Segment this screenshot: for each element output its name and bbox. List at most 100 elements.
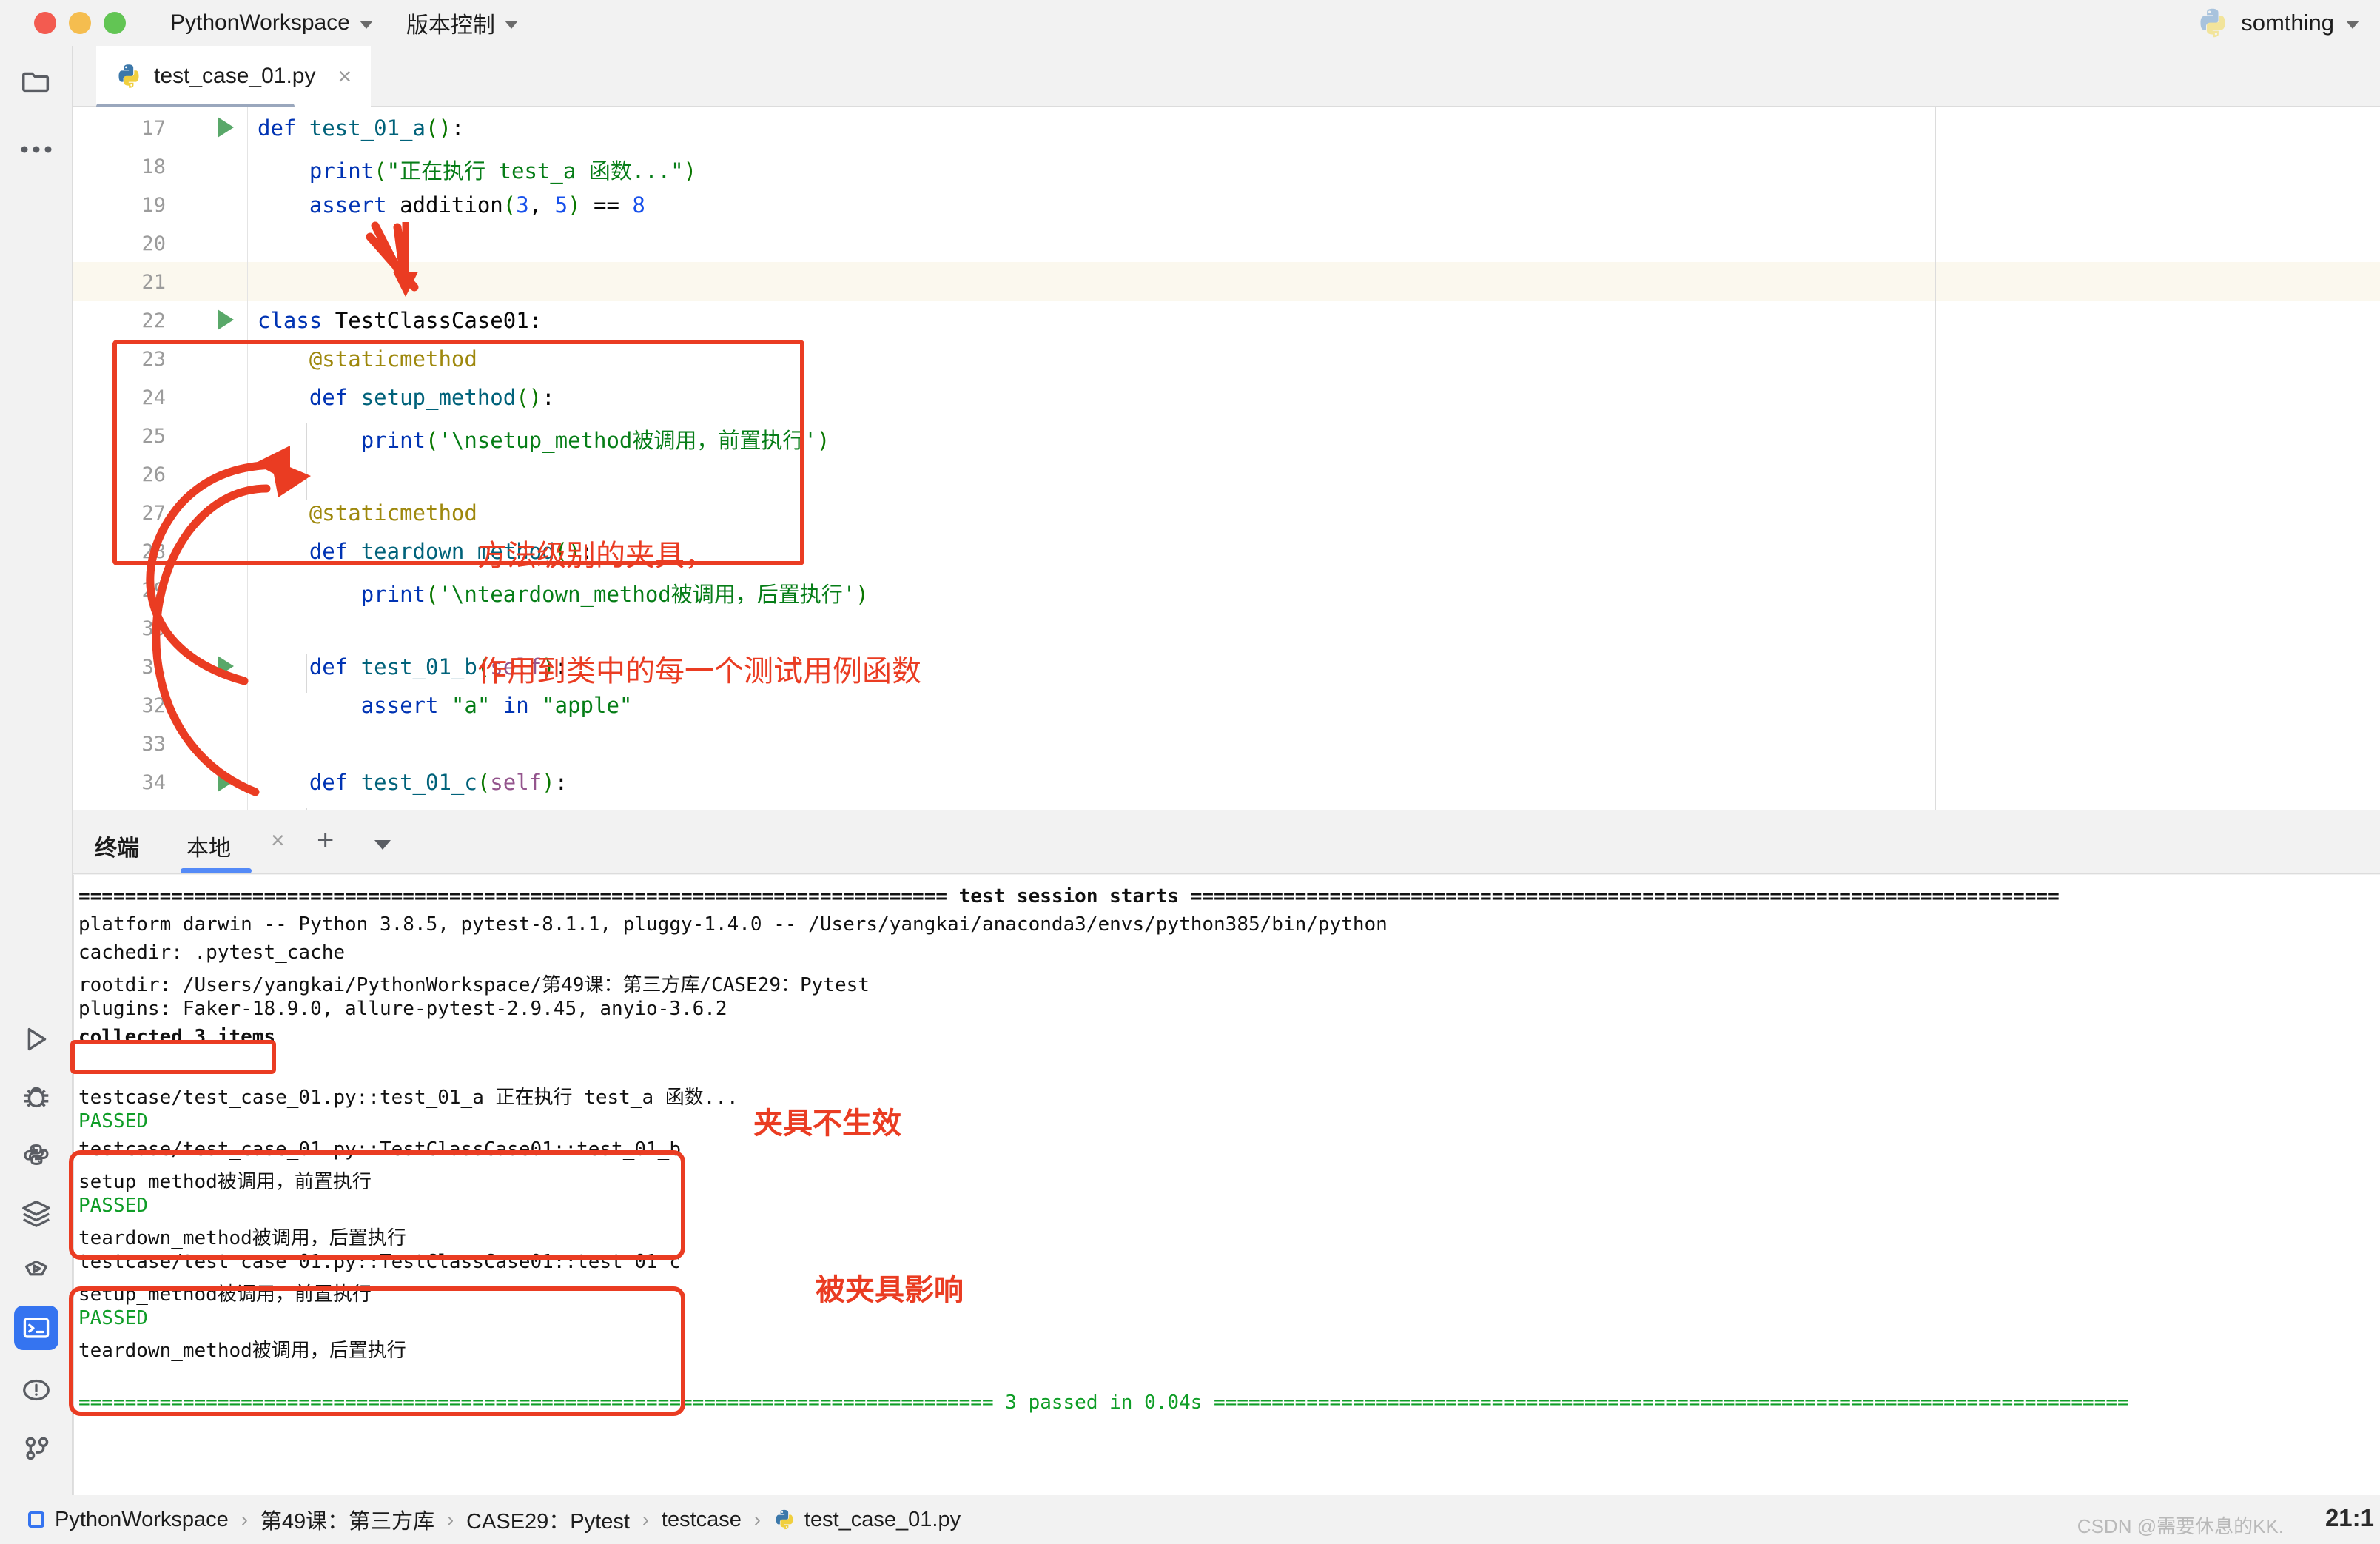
- run-icon[interactable]: [14, 1017, 58, 1061]
- annotation-note-fixture: 方法级别的夹具， 作用到类中的每一个测试用例函数: [477, 460, 921, 768]
- code-editor[interactable]: 17 def test_01_a(): 18 print("正在执行 test_a …: [73, 107, 2380, 810]
- chevron-down-icon: [504, 20, 518, 29]
- editor-right-divider: [1935, 107, 1936, 810]
- terminal-line: rootdir: /Users/yangkai/PythonWorkspace/…: [78, 974, 870, 996]
- terminal-line: PASSED: [78, 1195, 148, 1217]
- breadcrumb: PythonWorkspace › 第49课：第三方库 › CASE29：Pytest ›…: [28, 1504, 961, 1535]
- terminal-line: PASSED: [78, 1110, 148, 1132]
- indent-guide: [306, 423, 307, 500]
- python-file-icon: [773, 1508, 796, 1531]
- line-number: 32: [141, 694, 166, 717]
- maximize-window-button[interactable]: [104, 12, 126, 34]
- window-controls: [34, 12, 126, 34]
- annotation-note-affected: 被夹具影响: [816, 1274, 964, 1306]
- breadcrumb-item[interactable]: test_case_01.py: [804, 1508, 961, 1532]
- line-number: 18: [141, 155, 166, 178]
- terminal-line: ========================================…: [78, 885, 2060, 907]
- terminal-line: setup_method被调用，前置执行: [78, 1283, 372, 1306]
- breadcrumb-separator: ›: [447, 1508, 454, 1531]
- terminal-line: setup_method被调用，前置执行: [78, 1171, 372, 1193]
- terminal-line: PASSED: [78, 1307, 148, 1329]
- indent-guide: [306, 654, 307, 693]
- terminal-output[interactable]: ========================================…: [73, 875, 2380, 1496]
- more-options-icon[interactable]: [14, 127, 58, 172]
- status-bar: PythonWorkspace › 第49课：第三方库 › CASE29：Pytest ›…: [0, 1495, 2380, 1544]
- run-gutter-icon[interactable]: [218, 771, 234, 792]
- python-file-icon: [115, 63, 142, 90]
- chevron-down-icon[interactable]: [374, 840, 391, 850]
- line-number: 23: [141, 348, 166, 371]
- terminal-line: teardown_method被调用，后置执行: [78, 1227, 406, 1249]
- debug-icon[interactable]: [14, 1075, 58, 1119]
- user-account-label[interactable]: somthing: [2241, 10, 2334, 36]
- editor-tab-bar: test_case_01.py ×: [73, 46, 2380, 109]
- terminal-line: testcase/test_case_01.py::TestClassCase0…: [78, 1138, 681, 1161]
- breadcrumb-item[interactable]: 第49课：第三方库: [260, 1504, 434, 1535]
- title-bar: PythonWorkspace 版本控制 somthing: [0, 0, 2380, 46]
- terminal-panel: 终端 本地 × + ==============================…: [73, 810, 2380, 1496]
- run-gutter-icon[interactable]: [218, 117, 234, 138]
- add-terminal-icon[interactable]: +: [317, 825, 334, 855]
- chevron-down-icon: [359, 20, 373, 29]
- services-icon[interactable]: [14, 1190, 58, 1235]
- left-tool-rail: [0, 46, 73, 1495]
- terminal-tab-active-indicator: [181, 868, 252, 873]
- terminal-tab-bar: 终端 本地 × +: [73, 810, 2380, 874]
- breadcrumb-separator: ›: [241, 1508, 248, 1531]
- code-line: print('\nsetup_method被调用，前置执行'): [360, 428, 830, 453]
- clock-label: 21:1: [2324, 1504, 2374, 1531]
- code-line: @staticmethod: [309, 346, 477, 372]
- vcs-menu[interactable]: 版本控制: [406, 7, 518, 39]
- line-number: 26: [141, 463, 166, 486]
- breadcrumb-separator: ›: [753, 1508, 761, 1531]
- terminal-line: testcase/test_case_01.py::TestClassCase0…: [78, 1251, 681, 1273]
- breadcrumb-item[interactable]: CASE29：Pytest: [466, 1504, 630, 1535]
- vcs-label: 版本控制: [406, 13, 495, 38]
- terminal-line: platform darwin -- Python 3.8.5, pytest-…: [78, 913, 1388, 936]
- project-menu[interactable]: PythonWorkspace: [170, 10, 373, 36]
- code-line: @staticmethod: [309, 500, 477, 526]
- folder-icon[interactable]: [14, 59, 58, 104]
- python-console-icon[interactable]: [14, 1132, 58, 1177]
- line-number: 19: [141, 194, 166, 217]
- close-icon[interactable]: ×: [337, 64, 352, 88]
- line-number: 21: [141, 271, 166, 294]
- line-number: 28: [141, 540, 166, 563]
- annotation-note-line2: 作用到类中的每一个测试用例函数: [477, 655, 921, 688]
- terminal-line: testcase/test_case_01.py::test_01_a 正在执行…: [78, 1087, 739, 1109]
- tab-test-case-01[interactable]: test_case_01.py ×: [96, 46, 372, 107]
- close-window-button[interactable]: [34, 12, 56, 34]
- titlebar-right-group: somthing: [2196, 0, 2359, 46]
- terminal-left-edge: [73, 875, 74, 1496]
- terminal-line: plugins: Faker-18.9.0, allure-pytest-2.9…: [78, 998, 727, 1020]
- run-gutter-icon[interactable]: [218, 656, 234, 677]
- line-number: 20: [141, 232, 166, 255]
- breadcrumb-separator: ›: [642, 1508, 649, 1531]
- coverage-icon[interactable]: [14, 1248, 58, 1292]
- terminal-line: ========================================…: [78, 1392, 2129, 1414]
- problems-icon[interactable]: [14, 1368, 58, 1412]
- watermark-label: CSDN @需要休息的KK.: [2077, 1515, 2284, 1537]
- annotation-note-line1: 方法级别的夹具，: [477, 540, 714, 572]
- python-icon: [2196, 7, 2229, 39]
- line-number: 24: [141, 386, 166, 409]
- ide-window: PythonWorkspace 版本控制 somthing test_case_…: [0, 0, 2380, 1544]
- line-number: 27: [141, 502, 166, 525]
- version-control-icon[interactable]: [14, 1426, 58, 1470]
- terminal-line: cachedir: .pytest_cache: [78, 941, 346, 964]
- chevron-down-icon: [2346, 20, 2359, 29]
- gutter-divider: [247, 107, 248, 810]
- line-number: 33: [141, 733, 166, 756]
- minimize-window-button[interactable]: [69, 12, 91, 34]
- close-icon[interactable]: ×: [271, 827, 285, 854]
- breadcrumb-item[interactable]: testcase: [662, 1508, 742, 1532]
- breadcrumb-item[interactable]: PythonWorkspace: [55, 1508, 229, 1532]
- terminal-line: teardown_method被调用，后置执行: [78, 1340, 406, 1362]
- run-gutter-icon[interactable]: [218, 309, 234, 330]
- terminal-tab-local[interactable]: 本地: [186, 830, 231, 862]
- tab-label: test_case_01.py: [154, 64, 316, 88]
- terminal-icon[interactable]: [14, 1306, 58, 1350]
- line-number: 34: [141, 771, 166, 794]
- code-line: assert addition(3, 5) == 8: [309, 192, 645, 218]
- terminal-title: 终端: [95, 836, 139, 861]
